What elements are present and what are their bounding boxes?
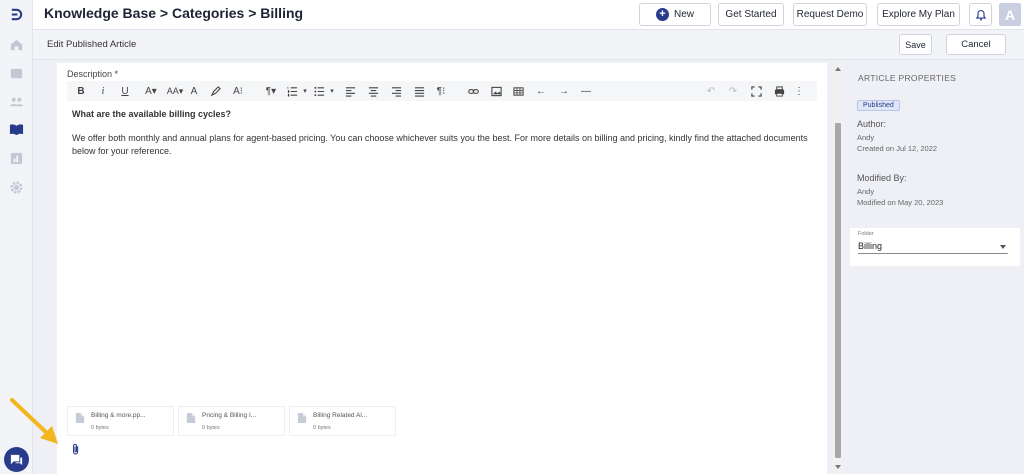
- align-justify-icon[interactable]: [413, 84, 425, 98]
- unordered-list-icon[interactable]: [313, 84, 325, 98]
- description-label: Description *: [67, 69, 119, 79]
- explore-my-plan-button[interactable]: Explore My Plan: [877, 3, 960, 26]
- author-value: Andy: [857, 133, 875, 142]
- article-body[interactable]: What are the available billing cycles? W…: [72, 108, 812, 158]
- cancel-button[interactable]: Cancel: [946, 34, 1006, 55]
- save-button[interactable]: Save: [899, 34, 932, 55]
- attachment-card[interactable]: Billing Related Al... 0 bytes: [289, 406, 396, 436]
- knowledge-base-icon[interactable]: [8, 121, 25, 138]
- created-date: Created on Jul 12, 2022: [857, 144, 938, 153]
- scroll-down-arrow-icon[interactable]: [835, 465, 841, 469]
- author-label: Author:: [857, 119, 887, 129]
- bell-icon: [975, 9, 986, 20]
- italic-icon[interactable]: i: [97, 84, 109, 98]
- properties-title: ARTICLE PROPERTIES: [858, 73, 957, 83]
- insert-image-icon[interactable]: [490, 84, 502, 98]
- bold-icon[interactable]: B: [75, 84, 87, 98]
- redo-icon[interactable]: ↷: [727, 84, 739, 98]
- attachment-name: Pricing & Billing I...: [202, 412, 257, 419]
- ordered-list-icon[interactable]: [284, 84, 300, 98]
- scrollbar-thumb[interactable]: [835, 123, 841, 458]
- align-right-icon[interactable]: [390, 84, 402, 98]
- attachment-card[interactable]: Pricing & Billing I... 0 bytes: [178, 406, 285, 436]
- request-demo-button[interactable]: Request Demo: [793, 3, 867, 26]
- top-bar: Knowledge Base > Categories > Billing + …: [33, 0, 1024, 30]
- attachment-name: Billing & more.pp...: [91, 412, 146, 419]
- modified-by-value: Andy: [857, 187, 875, 196]
- reports-icon[interactable]: [8, 150, 25, 167]
- font-family-icon[interactable]: A▾: [142, 84, 160, 98]
- inline-styles-icon[interactable]: A⁝: [231, 84, 245, 98]
- paragraph-format-icon[interactable]: ¶▾: [263, 84, 279, 98]
- modified-by-label: Modified By:: [857, 173, 907, 183]
- indent-arrow-icon[interactable]: →: [558, 84, 570, 98]
- article-editor: Description * B i U A▾ AA▾ A A⁝ ¶▾ ▾ ▾ ¶…: [57, 63, 827, 474]
- plus-icon: +: [655, 8, 669, 21]
- new-button-label: New: [673, 9, 694, 20]
- more-options-icon[interactable]: ⋮: [794, 84, 804, 98]
- article-answer: We offer both monthly and annual plans f…: [72, 133, 808, 156]
- user-avatar[interactable]: A: [999, 3, 1021, 26]
- editor-scrollbar[interactable]: [833, 63, 843, 474]
- document-icon: [186, 413, 196, 423]
- ordered-list-dropdown-icon[interactable]: ▾: [302, 84, 308, 98]
- attachment-size: 0 bytes: [313, 425, 331, 431]
- font-size-icon[interactable]: AA▾: [165, 84, 185, 98]
- edit-article-title: Edit Published Article: [47, 39, 137, 50]
- insert-table-icon[interactable]: [512, 84, 524, 98]
- get-started-button[interactable]: Get Started: [718, 3, 784, 26]
- text-color-icon[interactable]: A: [188, 84, 200, 98]
- attachment-size: 0 bytes: [202, 425, 220, 431]
- article-properties-panel: ARTICLE PROPERTIES Published Author: And…: [846, 63, 1024, 474]
- new-button[interactable]: + New: [639, 3, 711, 26]
- paragraph-style-icon[interactable]: ¶⁝: [435, 84, 447, 98]
- undo-icon[interactable]: ↶: [705, 84, 717, 98]
- folder-underline: [858, 253, 1008, 254]
- horizontal-line-icon[interactable]: —: [580, 84, 592, 98]
- modified-date: Modified on May 20, 2023: [857, 198, 944, 207]
- paperclip-icon: [73, 443, 79, 455]
- align-center-icon[interactable]: [367, 84, 379, 98]
- attachment-card[interactable]: Billing & more.pp... 0 bytes: [67, 406, 174, 436]
- insert-link-icon[interactable]: [467, 84, 479, 98]
- folder-select[interactable]: Folder Billing: [850, 228, 1020, 266]
- print-icon[interactable]: [773, 84, 785, 98]
- scroll-up-arrow-icon[interactable]: [835, 67, 841, 71]
- sub-header: Edit Published Article Save Cancel: [33, 30, 1024, 60]
- document-icon: [297, 413, 307, 423]
- underline-icon[interactable]: U: [119, 84, 131, 98]
- dropdown-caret-icon: [1000, 245, 1006, 249]
- status-badge: Published: [857, 100, 900, 111]
- unordered-list-dropdown-icon[interactable]: ▾: [329, 84, 335, 98]
- attachment-name: Billing Related Al...: [313, 412, 368, 419]
- contacts-icon[interactable]: [8, 93, 25, 110]
- rich-text-toolbar: B i U A▾ AA▾ A A⁝ ¶▾ ▾ ▾ ¶⁝ ← → — ↶ ↷ ⋮: [67, 81, 817, 101]
- attachment-size: 0 bytes: [91, 425, 109, 431]
- outdent-arrow-icon[interactable]: ←: [535, 84, 547, 98]
- home-icon[interactable]: [8, 36, 25, 53]
- folder-value: Billing: [858, 241, 883, 251]
- page-title: Knowledge Base > Categories > Billing: [44, 5, 304, 21]
- attach-file-button[interactable]: [71, 443, 81, 461]
- align-left-icon[interactable]: [344, 84, 356, 98]
- highlighter-icon[interactable]: [209, 84, 221, 98]
- app-logo-icon[interactable]: [8, 6, 25, 23]
- folder-caption: Folder: [858, 231, 874, 237]
- settings-gear-icon[interactable]: [8, 179, 25, 196]
- article-question: What are the available billing cycles?: [72, 109, 232, 119]
- annotation-arrow-icon: [10, 398, 58, 444]
- notifications-button[interactable]: [969, 3, 992, 26]
- fullscreen-icon[interactable]: [750, 84, 762, 98]
- tickets-icon[interactable]: [8, 65, 25, 82]
- document-icon: [75, 413, 85, 423]
